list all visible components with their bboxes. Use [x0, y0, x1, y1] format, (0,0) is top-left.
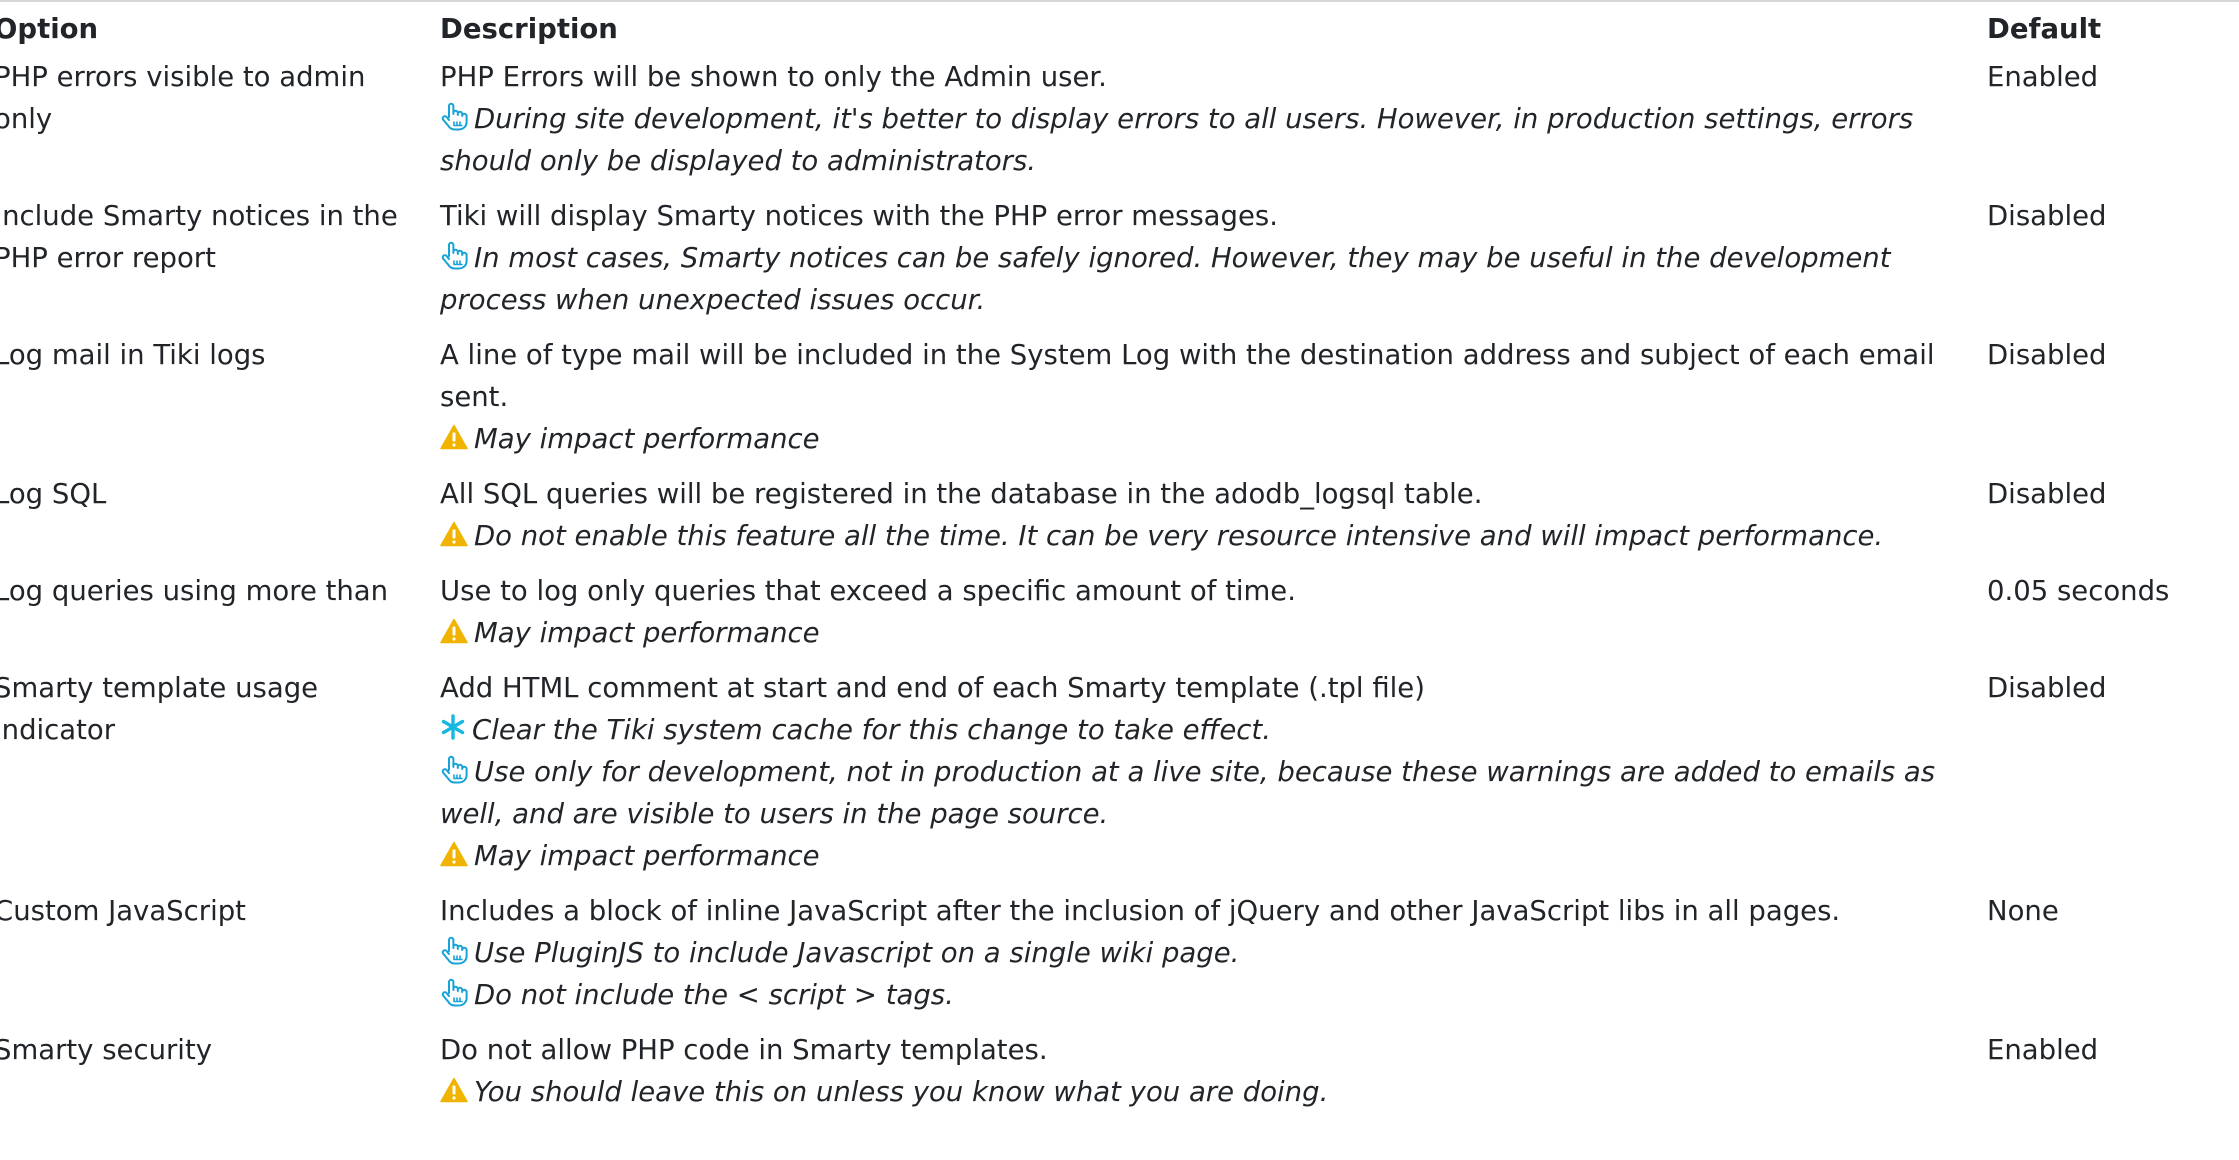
- option-description: Do not allow PHP code in Smarty template…: [440, 1034, 1048, 1066]
- option-description-cell: A line of type mail will be included in …: [440, 334, 1987, 473]
- warning-text: May impact performance: [474, 840, 820, 872]
- tip-note: During site development, it's better to …: [440, 98, 1957, 182]
- table-row: Custom JavaScript Includes a block of in…: [0, 890, 2239, 1029]
- option-name: Smarty template usage indicator: [0, 672, 319, 746]
- tip-text: Use only for development, not in product…: [440, 756, 1936, 830]
- asterisk-icon: [440, 713, 466, 741]
- warning-note: Do not enable this feature all the time.…: [440, 515, 1957, 557]
- option-name: Log mail in Tiki logs: [0, 339, 266, 371]
- preferences-table: Option Description Default PHP errors vi…: [0, 10, 2239, 1126]
- option-name: Custom JavaScript: [0, 895, 246, 927]
- option-description-cell: Do not allow PHP code in Smarty template…: [440, 1029, 1987, 1126]
- table-row: PHP errors visible to admin only PHP Err…: [0, 56, 2239, 195]
- option-default: Disabled: [1987, 672, 2107, 704]
- pointing-hand-icon: [440, 754, 468, 784]
- option-description: Tiki will display Smarty notices with th…: [440, 200, 1278, 232]
- option-description: Includes a block of inline JavaScript af…: [440, 895, 1841, 927]
- option-description: PHP Errors will be shown to only the Adm…: [440, 61, 1107, 93]
- option-default: Enabled: [1987, 1034, 2099, 1066]
- option-default: 0.05 seconds: [1987, 575, 2170, 607]
- option-default: None: [1987, 895, 2059, 927]
- warning-triangle-icon: [440, 618, 468, 644]
- option-default: Disabled: [1987, 478, 2107, 510]
- pointing-hand-icon: [440, 240, 468, 270]
- tip-text: In most cases, Smarty notices can be saf…: [440, 242, 1891, 316]
- option-description: All SQL queries will be registered in th…: [440, 478, 1483, 510]
- pointing-hand-icon: [440, 977, 468, 1007]
- tip-text: During site development, it's better to …: [440, 103, 1914, 177]
- table-row: Log mail in Tiki logs A line of type mai…: [0, 334, 2239, 473]
- header-option: Option: [0, 13, 99, 45]
- warning-text: You should leave this on unless you know…: [474, 1076, 1329, 1108]
- option-description-cell: Includes a block of inline JavaScript af…: [440, 890, 1987, 1029]
- option-name: Smarty security: [0, 1034, 212, 1066]
- table-row: Log SQL All SQL queries will be register…: [0, 473, 2239, 570]
- tip-text: Use PluginJS to include Javascript on a …: [474, 937, 1240, 969]
- option-default: Enabled: [1987, 61, 2099, 93]
- warning-triangle-icon: [440, 424, 468, 450]
- warning-note: May impact performance: [440, 418, 1957, 460]
- tip-text: Do not include the < script > tags.: [474, 979, 954, 1011]
- option-name: Include Smarty notices in the PHP error …: [0, 200, 398, 274]
- tip-note: Do not include the < script > tags.: [440, 974, 1957, 1016]
- option-description-cell: All SQL queries will be registered in th…: [440, 473, 1987, 570]
- warning-triangle-icon: [440, 521, 468, 547]
- table-header-row: Option Description Default: [0, 10, 2239, 56]
- option-description: Add HTML comment at start and end of eac…: [440, 672, 1425, 704]
- top-divider: [0, 0, 2239, 2]
- pointing-hand-icon: [440, 101, 468, 131]
- table-row: Smarty security Do not allow PHP code in…: [0, 1029, 2239, 1126]
- warning-note: You should leave this on unless you know…: [440, 1071, 1957, 1113]
- warning-text: May impact performance: [474, 423, 820, 455]
- table-row: Include Smarty notices in the PHP error …: [0, 195, 2239, 334]
- option-name: PHP errors visible to admin only: [0, 61, 366, 135]
- tip-note: In most cases, Smarty notices can be saf…: [440, 237, 1957, 321]
- option-name: Log SQL: [0, 478, 107, 510]
- warning-text: May impact performance: [474, 617, 820, 649]
- warning-triangle-icon: [440, 841, 468, 867]
- header-default: Default: [1987, 13, 2102, 45]
- table-row: Smarty template usage indicator Add HTML…: [0, 667, 2239, 890]
- option-description: Use to log only queries that exceed a sp…: [440, 575, 1296, 607]
- option-description: A line of type mail will be included in …: [440, 339, 1935, 413]
- option-default: Disabled: [1987, 339, 2107, 371]
- option-description-cell: Add HTML comment at start and end of eac…: [440, 667, 1987, 890]
- cache-note: Clear the Tiki system cache for this cha…: [440, 709, 1957, 751]
- option-description-cell: PHP Errors will be shown to only the Adm…: [440, 56, 1987, 195]
- cache-note-text: Clear the Tiki system cache for this cha…: [472, 714, 1271, 746]
- table-row: Log queries using more than Use to log o…: [0, 570, 2239, 667]
- option-name: Log queries using more than: [0, 575, 389, 607]
- warning-note: May impact performance: [440, 835, 1957, 877]
- warning-triangle-icon: [440, 1077, 468, 1103]
- warning-text: Do not enable this feature all the time.…: [474, 520, 1884, 552]
- option-description-cell: Use to log only queries that exceed a sp…: [440, 570, 1987, 667]
- tip-note: Use only for development, not in product…: [440, 751, 1957, 835]
- preferences-page: Option Description Default PHP errors vi…: [0, 0, 2239, 1160]
- option-default: Disabled: [1987, 200, 2107, 232]
- warning-note: May impact performance: [440, 612, 1957, 654]
- header-description: Description: [440, 13, 618, 45]
- pointing-hand-icon: [440, 935, 468, 965]
- option-description-cell: Tiki will display Smarty notices with th…: [440, 195, 1987, 334]
- tip-note: Use PluginJS to include Javascript on a …: [440, 932, 1957, 974]
